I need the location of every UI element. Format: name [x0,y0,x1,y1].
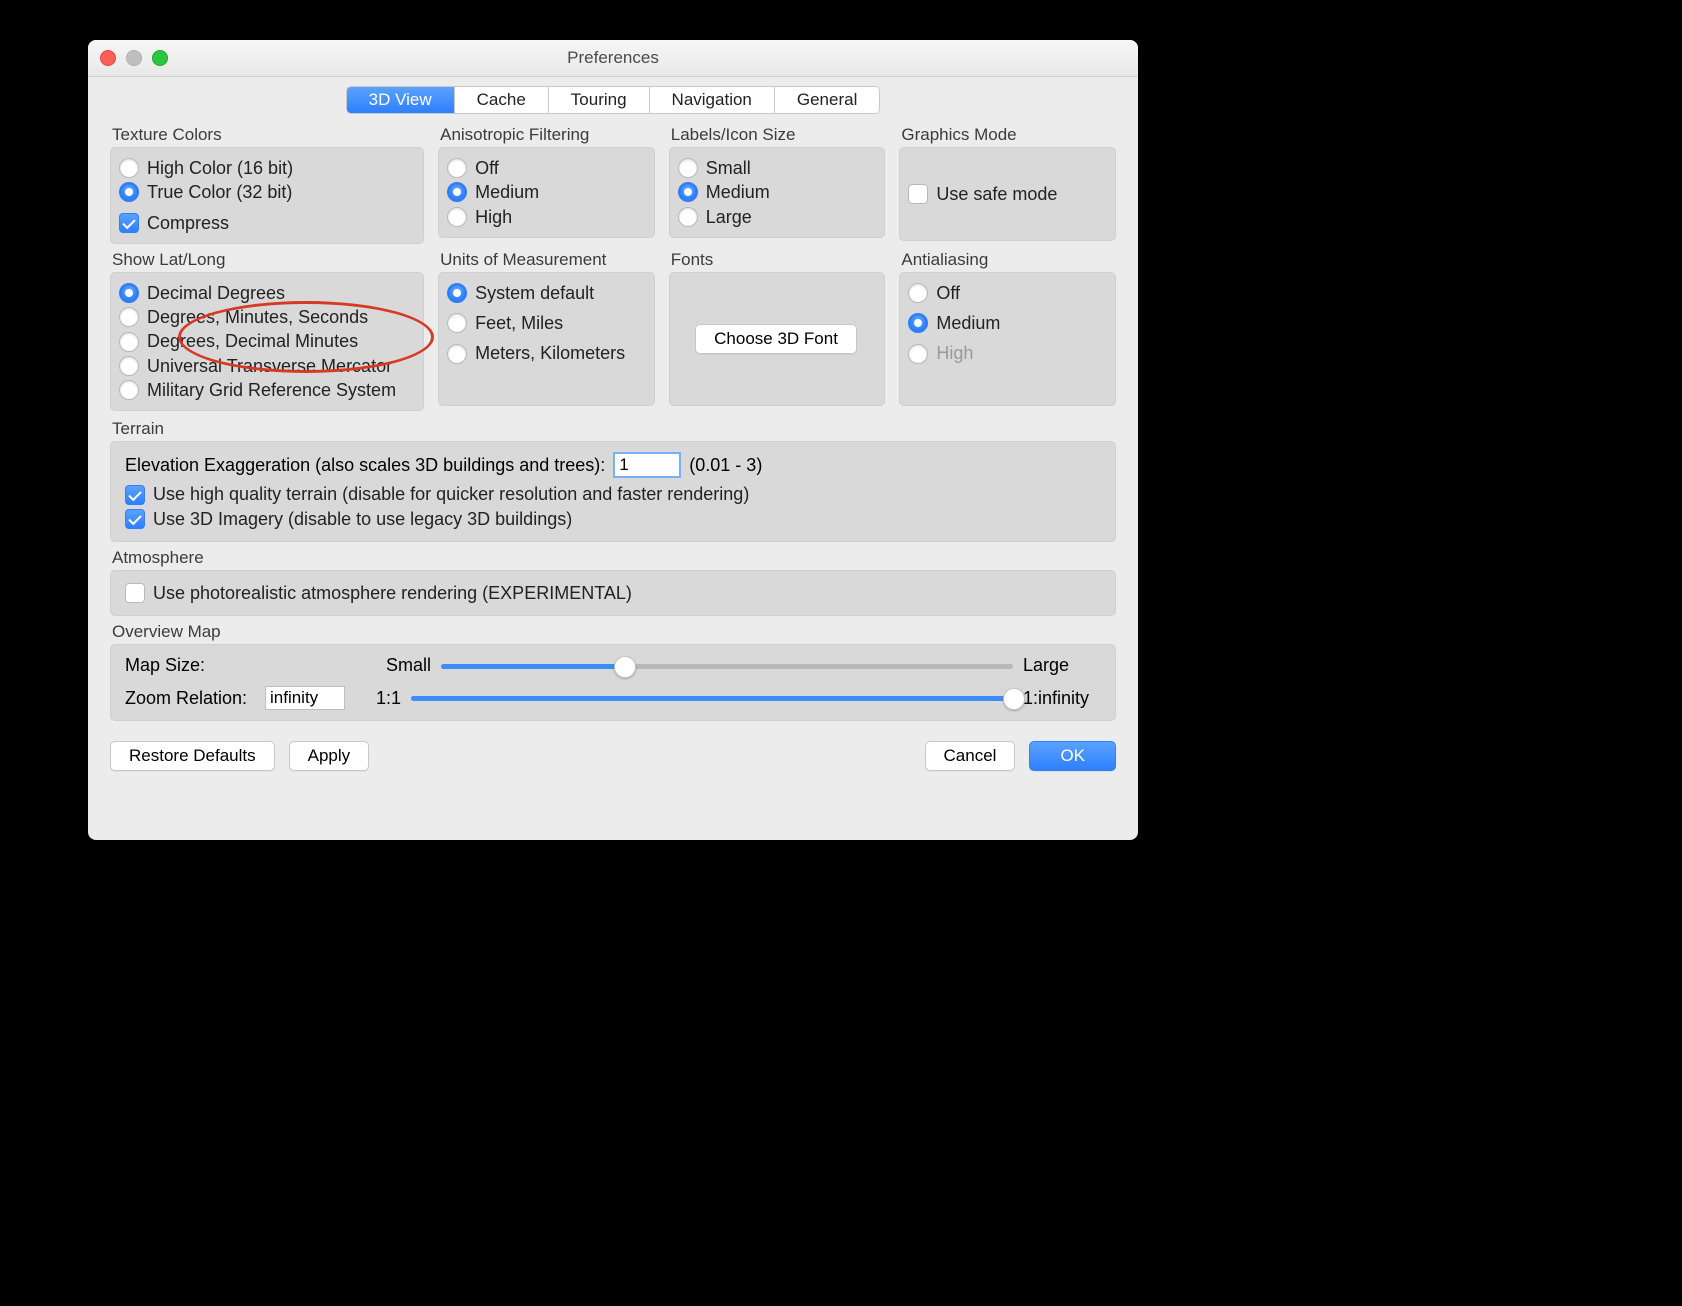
overview-title: Overview Map [112,622,1116,642]
zoom-icon[interactable] [152,50,168,66]
minimize-icon [126,50,142,66]
tab-segment-control: 3D View Cache Touring Navigation General [347,87,880,113]
checkbox-3d-imagery[interactable]: Use 3D Imagery (disable to use legacy 3D… [125,507,1101,531]
ok-button[interactable]: OK [1029,741,1116,771]
cancel-button[interactable]: Cancel [925,741,1016,771]
radio-aa-high: High [908,341,1105,365]
apply-button[interactable]: Apply [289,741,370,771]
fonts-title: Fonts [671,250,886,270]
checkbox-compress[interactable]: Compress [119,211,413,235]
window-controls [100,50,168,66]
zoom-relation-slider[interactable] [411,688,1013,708]
map-size-small: Small [375,655,431,676]
labels-icon-title: Labels/Icon Size [671,125,886,145]
radio-labels-large[interactable]: Large [678,205,875,229]
radio-labels-medium[interactable]: Medium [678,180,875,204]
close-icon[interactable] [100,50,116,66]
radio-dms[interactable]: Degrees, Minutes, Seconds [119,305,413,329]
tab-3d-view[interactable]: 3D View [347,87,455,113]
radio-aniso-off[interactable]: Off [447,156,644,180]
map-size-slider[interactable] [441,656,1013,676]
radio-aniso-high[interactable]: High [447,205,644,229]
window-title: Preferences [567,48,659,67]
radio-units-meters[interactable]: Meters, Kilometers [447,341,644,365]
elev-range-label: (0.01 - 3) [689,455,762,476]
zoom-relation-input[interactable] [265,686,345,710]
zoom-relation-label: Zoom Relation: [125,688,255,709]
preferences-window: Preferences 3D View Cache Touring Naviga… [88,40,1138,840]
antialias-title: Antialiasing [901,250,1116,270]
choose-3d-font-button[interactable]: Choose 3D Font [695,324,857,354]
radio-utm[interactable]: Universal Transverse Mercator [119,354,413,378]
radio-aa-medium[interactable]: Medium [908,311,1105,335]
radio-units-system[interactable]: System default [447,281,644,305]
anisotropic-title: Anisotropic Filtering [440,125,655,145]
latlong-title: Show Lat/Long [112,250,424,270]
tab-general[interactable]: General [775,87,879,113]
radio-high-color[interactable]: High Color (16 bit) [119,156,413,180]
units-title: Units of Measurement [440,250,655,270]
checkbox-safe-mode[interactable]: Use safe mode [908,182,1057,206]
graphics-mode-title: Graphics Mode [901,125,1116,145]
radio-units-feet[interactable]: Feet, Miles [447,311,644,335]
zoom-right-label: 1:infinity [1023,688,1101,709]
elev-exag-input[interactable] [613,452,681,478]
terrain-title: Terrain [112,419,1116,439]
radio-true-color[interactable]: True Color (32 bit) [119,180,413,204]
texture-colors-title: Texture Colors [112,125,424,145]
radio-labels-small[interactable]: Small [678,156,875,180]
tab-touring[interactable]: Touring [549,87,650,113]
tab-strip: 3D View Cache Touring Navigation General [88,77,1138,119]
titlebar: Preferences [88,40,1138,77]
radio-mgrs[interactable]: Military Grid Reference System [119,378,413,402]
restore-defaults-button[interactable]: Restore Defaults [110,741,275,771]
atmosphere-title: Atmosphere [112,548,1116,568]
map-size-label: Map Size: [125,655,255,676]
checkbox-photorealistic-atmos[interactable]: Use photorealistic atmosphere rendering … [125,581,1101,605]
map-size-large: Large [1023,655,1101,676]
checkbox-hq-terrain[interactable]: Use high quality terrain (disable for qu… [125,482,1101,506]
tab-cache[interactable]: Cache [455,87,549,113]
radio-aniso-medium[interactable]: Medium [447,180,644,204]
elev-exag-label: Elevation Exaggeration (also scales 3D b… [125,455,605,476]
tab-navigation[interactable]: Navigation [650,87,775,113]
radio-decimal-degrees[interactable]: Decimal Degrees [119,281,413,305]
radio-aa-off[interactable]: Off [908,281,1105,305]
zoom-left-label: 1:1 [355,688,401,709]
radio-ddm[interactable]: Degrees, Decimal Minutes [119,329,413,353]
